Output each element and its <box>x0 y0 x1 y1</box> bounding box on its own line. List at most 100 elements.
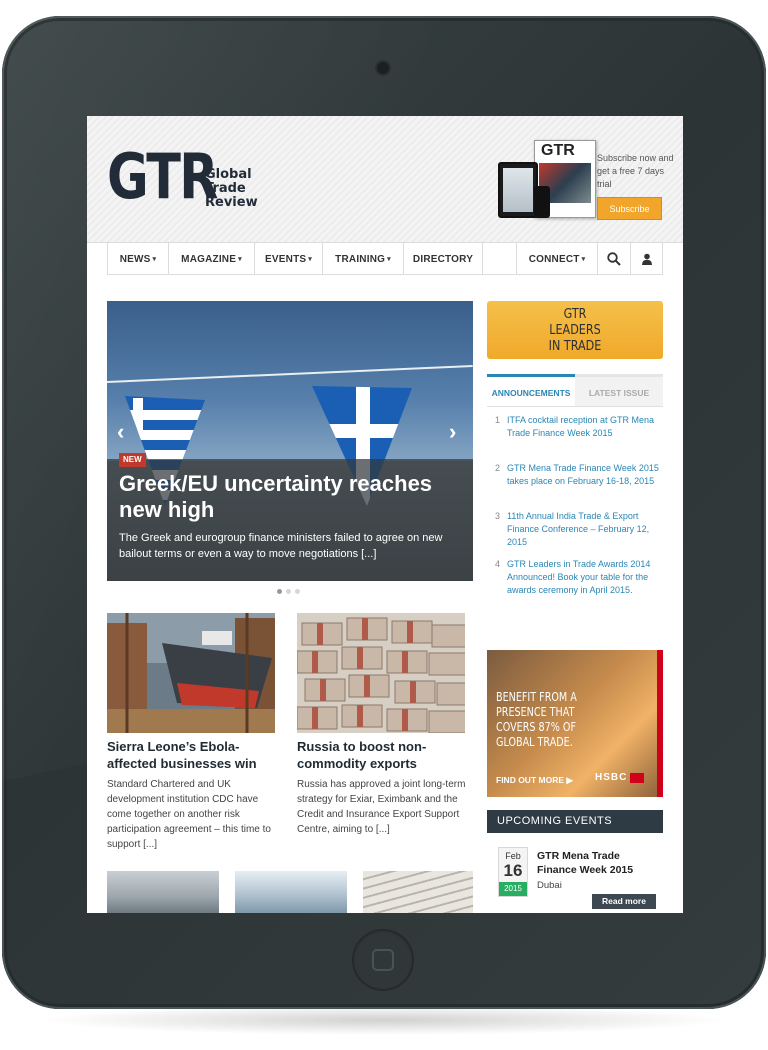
announcements-list: 1 ITFA cocktail reception at GTR Mena Tra… <box>487 414 663 606</box>
ship-dry-dock-image[interactable] <box>107 613 275 733</box>
nav-spacer <box>482 243 516 274</box>
announcement-link[interactable]: GTR Mena Trade Finance Week 2015 takes p… <box>507 463 659 486</box>
announcement-link[interactable]: 11th Annual India Trade & Export Finance… <box>507 511 649 547</box>
nav-directory[interactable]: DIRECTORY <box>403 243 482 275</box>
article-title[interactable]: Russia to boost non-commodity exports <box>297 738 472 772</box>
user-button[interactable] <box>630 243 663 275</box>
camera-icon <box>377 62 389 74</box>
hero-flag-string <box>107 365 473 383</box>
caret-down-icon: ▾ <box>308 256 312 263</box>
hsbc-logo-text: HSBC <box>595 772 628 783</box>
page-stage: GTR Global Trade Review GTR Subscribe no… <box>0 0 768 1050</box>
leaders-line: LEADERS <box>549 323 601 338</box>
hero-slider[interactable]: ‹ › NEW Greek/EU uncertainty reaches new… <box>107 301 473 581</box>
subscription-promo-image[interactable]: GTR <box>498 140 596 222</box>
logo-wordmark[interactable]: Global Trade Review <box>205 168 258 210</box>
nav-directory-label: DIRECTORY <box>412 253 474 265</box>
tab-latest-issue[interactable]: LATEST ISSUE <box>575 374 663 406</box>
announcement-number: 1 <box>495 415 501 425</box>
nav-connect[interactable]: CONNECT ▾ <box>516 243 597 275</box>
announcement-link[interactable]: ITFA cocktail reception at GTR Mena Trad… <box>507 415 654 438</box>
event-day: 16 <box>503 861 523 880</box>
promo-tablet-screen <box>503 168 533 212</box>
play-icon: ▶ <box>566 775 573 785</box>
promo-tablet-image <box>498 162 538 218</box>
hsbc-advert[interactable]: BENEFIT FROM A PRESENCE THAT COVERS 87% … <box>487 650 663 797</box>
hsbc-find-out-more-label: FIND OUT MORE <box>496 775 564 785</box>
site-header: GTR Global Trade Review GTR Subscribe no… <box>87 116 683 243</box>
logo-word-trade: Trade <box>205 181 246 196</box>
home-square-icon <box>372 949 394 971</box>
tab-announcements[interactable]: ANNOUNCEMENTS <box>487 374 575 406</box>
announcement-item[interactable]: 4 GTR Leaders in Trade Awards 2014 Announ… <box>487 558 663 598</box>
announcement-number: 3 <box>495 511 501 521</box>
subscribe-text: Subscribe now and get a free 7 days tria… <box>597 153 674 189</box>
nav-magazine[interactable]: MAGAZINE ▾ <box>168 243 254 275</box>
magazine-cover-title: GTR <box>541 142 575 159</box>
hsbc-ad-accent-bar <box>657 650 663 797</box>
article-thumbnail-image[interactable] <box>235 871 347 913</box>
upcoming-events-header: UPCOMING EVENTS <box>487 810 663 833</box>
event-location: Dubai <box>537 880 562 891</box>
leaders-in-trade-banner[interactable]: GTR LEADERS IN TRADE <box>487 301 663 359</box>
caret-down-icon: ▾ <box>581 256 586 263</box>
caret-down-icon: ▾ <box>238 256 242 263</box>
slider-dot[interactable] <box>277 589 282 594</box>
leaders-in-trade-text: GTR LEADERS IN TRADE <box>499 301 650 355</box>
new-badge: NEW <box>119 453 146 467</box>
nav-events-label: EVENTS <box>265 253 307 265</box>
caret-down-icon: ▾ <box>387 256 391 263</box>
nav-news[interactable]: NEWS ▾ <box>107 243 168 275</box>
article-excerpt: Standard Chartered and UK development in… <box>107 779 271 850</box>
event-month: Feb <box>505 851 521 861</box>
announcement-link[interactable]: GTR Leaders in Trade Awards 2014 Announc… <box>507 559 650 595</box>
article-excerpt: Russia has approved a joint long-term st… <box>297 779 466 835</box>
promo-phone-image <box>534 186 550 218</box>
hero-title[interactable]: Greek/EU uncertainty reaches new high <box>119 471 464 523</box>
slider-dot[interactable] <box>286 589 291 594</box>
article-title[interactable]: Sierra Leone’s Ebola-affected businesses… <box>107 738 282 772</box>
hero-excerpt: The Greek and eurogroup finance minister… <box>119 532 443 560</box>
nav-magazine-label: MAGAZINE <box>181 253 237 265</box>
sidebar-tabs: ANNOUNCEMENTS LATEST ISSUE <box>487 374 663 407</box>
read-more-button[interactable]: Read more <box>592 894 656 909</box>
nav-training[interactable]: TRAINING ▾ <box>322 243 403 275</box>
banknote-image-svg <box>297 613 465 733</box>
article-thumbnail-image[interactable] <box>107 871 219 913</box>
nav-news-label: NEWS <box>119 253 151 265</box>
event-year: 2015 <box>499 882 527 896</box>
leaders-line: GTR <box>563 307 587 322</box>
chevron-right-icon[interactable]: › <box>449 419 456 445</box>
announcement-item[interactable]: 2 GTR Mena Trade Finance Week 2015 takes … <box>487 462 663 502</box>
main-nav: NEWS ▾ MAGAZINE ▾ EVENTS ▾ TRAINING ▾ DIRECT… <box>107 243 663 275</box>
tablet-shadow <box>40 1005 728 1035</box>
slider-dots <box>277 589 300 594</box>
nav-connect-label: CONNECT <box>528 253 580 265</box>
nav-training-label: TRAINING <box>335 253 386 265</box>
logo-word-global: Global <box>205 167 252 182</box>
subscribe-button[interactable]: Subscribe <box>597 197 662 220</box>
logo[interactable]: GTR <box>107 144 218 210</box>
announcement-item[interactable]: 3 11th Annual India Trade & Export Financ… <box>487 510 663 550</box>
search-icon <box>607 252 621 266</box>
hsbc-ad-headline: BENEFIT FROM A PRESENCE THAT COVERS 87% … <box>496 690 577 749</box>
logo-word-review: Review <box>205 195 258 210</box>
hsbc-find-out-more[interactable]: FIND OUT MORE ▶ <box>496 775 573 786</box>
website-screen: GTR Global Trade Review GTR Subscribe no… <box>87 116 683 913</box>
nav-events[interactable]: EVENTS ▾ <box>254 243 322 275</box>
event-title[interactable]: GTR Mena Trade Finance Week 2015 <box>537 849 655 877</box>
leaders-line: IN TRADE <box>548 339 602 354</box>
announcement-number: 2 <box>495 463 501 473</box>
banknote-stacks-image[interactable] <box>297 613 465 733</box>
search-button[interactable] <box>597 243 630 275</box>
event-date-badge: Feb 16 2015 <box>498 847 528 897</box>
announcement-number: 4 <box>495 559 501 569</box>
chevron-left-icon[interactable]: ‹ <box>117 419 124 445</box>
slider-dot[interactable] <box>295 589 300 594</box>
ship-image-svg <box>107 613 275 733</box>
newspaper-text-image[interactable] <box>363 871 473 913</box>
caret-down-icon: ▾ <box>152 256 157 263</box>
announcement-item[interactable]: 1 ITFA cocktail reception at GTR Mena Tra… <box>487 414 663 454</box>
user-icon <box>641 253 652 265</box>
hsbc-hexagon-icon <box>630 773 644 783</box>
